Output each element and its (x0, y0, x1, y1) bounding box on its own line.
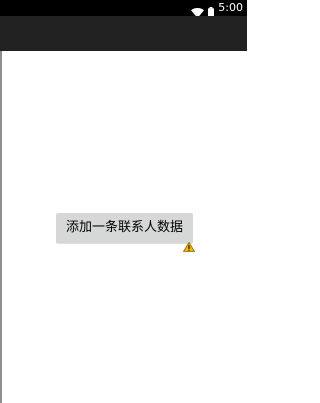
status-icons: 5:00 (191, 0, 243, 18)
app-bar (0, 16, 247, 51)
warning-icon (182, 237, 196, 252)
status-bar: 5:00 (0, 0, 247, 18)
status-time: 5:00 (218, 1, 243, 14)
left-edge-divider (0, 51, 2, 403)
add-contact-button[interactable]: 添加一条联系人数据 (56, 213, 193, 243)
wifi-icon (191, 3, 205, 18)
battery-icon (208, 3, 215, 18)
app-screen: 5:00 添加一条联系人数据 (0, 0, 247, 403)
